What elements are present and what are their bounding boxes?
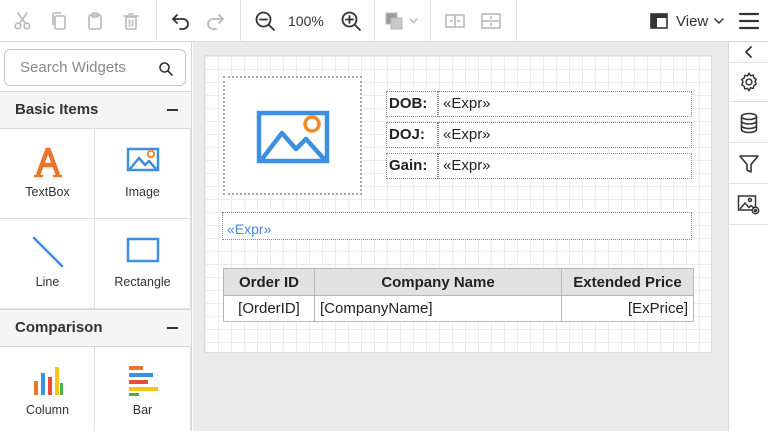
toolbar-separator xyxy=(156,0,157,42)
widget-panel: Basic Items TextBox Image Lin xyxy=(0,42,192,431)
main-menu-button[interactable] xyxy=(734,0,764,42)
properties-strip xyxy=(728,42,768,431)
gain-expression[interactable]: «Expr» xyxy=(438,153,692,179)
paste-icon xyxy=(88,12,102,30)
cell-order-id[interactable]: [OrderID] xyxy=(223,295,315,322)
widget-label: Rectangle xyxy=(114,275,171,289)
filter-icon xyxy=(738,154,759,173)
settings-gear-icon xyxy=(740,72,757,92)
image-manager-button[interactable] xyxy=(729,185,768,225)
menu-icon xyxy=(738,12,760,30)
widget-label: Line xyxy=(35,275,60,289)
toolbar-separator xyxy=(430,0,431,42)
category-basic-items[interactable]: Basic Items xyxy=(0,91,191,129)
align-horizontal-icon xyxy=(445,14,465,28)
data-source-button[interactable] xyxy=(729,103,768,143)
undo-button[interactable] xyxy=(166,0,196,42)
fill-color-icon xyxy=(385,12,418,30)
search-input[interactable] xyxy=(5,50,155,85)
properties-button[interactable] xyxy=(729,62,768,102)
widget-textbox[interactable]: TextBox xyxy=(0,129,95,219)
align-horizontal-button[interactable] xyxy=(440,0,470,42)
widget-label: Image xyxy=(125,185,160,199)
table-row: [OrderID] [CompanyName] [ExPrice] xyxy=(223,295,694,322)
chevron-left-icon xyxy=(744,46,752,58)
toolbar-separator xyxy=(516,0,517,42)
toolbar-separator xyxy=(374,0,375,42)
column-chart-icon xyxy=(33,367,63,395)
widget-label: Bar xyxy=(132,403,153,417)
header-extended-price[interactable]: Extended Price xyxy=(561,268,694,296)
toolbar: 100% View xyxy=(0,0,768,42)
widget-label: TextBox xyxy=(25,185,70,199)
image-placeholder-icon xyxy=(256,110,329,163)
gain-label[interactable]: Gain: xyxy=(386,153,438,179)
zoom-in-button[interactable] xyxy=(336,0,366,42)
zoom-out-button[interactable] xyxy=(250,0,280,42)
zoom-in-icon xyxy=(341,11,361,31)
widget-search xyxy=(4,49,186,86)
textbox-icon xyxy=(33,147,62,178)
line-icon xyxy=(32,236,63,268)
widget-image[interactable]: Image xyxy=(95,129,191,219)
bar-chart-icon xyxy=(128,366,158,396)
category-title: Comparison xyxy=(15,319,103,336)
category-comparison[interactable]: Comparison xyxy=(0,309,191,347)
view-icon xyxy=(650,13,668,29)
doj-expression[interactable]: «Expr» xyxy=(438,122,692,148)
widget-label: Column xyxy=(25,403,70,417)
align-vertical-icon xyxy=(481,13,501,29)
report-table[interactable]: Order ID Company Name Extended Price [Or… xyxy=(223,268,694,322)
category-title: Basic Items xyxy=(15,101,99,118)
cut-button[interactable] xyxy=(8,0,38,42)
collapse-icon[interactable] xyxy=(167,327,178,329)
toolbar-separator xyxy=(240,0,241,42)
dob-expression[interactable]: «Expr» xyxy=(438,91,692,117)
copy-icon xyxy=(52,12,66,30)
zoom-level[interactable]: 100% xyxy=(288,0,324,42)
redo-icon xyxy=(207,14,224,30)
report-image-item[interactable] xyxy=(223,76,362,195)
delete-button[interactable] xyxy=(116,0,146,42)
copy-button[interactable] xyxy=(44,0,74,42)
delete-icon xyxy=(123,13,139,30)
collapse-icon[interactable] xyxy=(167,109,178,111)
cell-extended-price[interactable]: [ExPrice] xyxy=(561,295,694,322)
dob-label[interactable]: DOB: xyxy=(386,91,438,117)
align-vertical-button[interactable] xyxy=(476,0,506,42)
scissors-icon xyxy=(14,12,31,30)
header-order-id[interactable]: Order ID xyxy=(223,268,315,296)
view-dropdown[interactable]: View xyxy=(650,0,725,42)
widget-bar-chart[interactable]: Bar xyxy=(95,347,191,431)
collapse-panel-button[interactable] xyxy=(729,42,768,62)
paste-button[interactable] xyxy=(80,0,110,42)
header-company-name[interactable]: Company Name xyxy=(314,268,562,296)
search-icon[interactable] xyxy=(158,61,174,77)
database-icon xyxy=(740,112,757,133)
zoom-out-icon xyxy=(255,11,275,31)
image-settings-icon xyxy=(737,194,759,214)
undo-icon xyxy=(172,14,189,30)
image-icon xyxy=(126,147,159,172)
widget-line[interactable]: Line xyxy=(0,219,95,309)
filter-button[interactable] xyxy=(729,144,768,184)
table-header-row: Order ID Company Name Extended Price xyxy=(223,268,694,296)
chevron-down-icon xyxy=(714,18,724,24)
cell-company-name[interactable]: [CompanyName] xyxy=(314,295,562,322)
expression-textbox[interactable]: «Expr» xyxy=(222,212,692,240)
widget-rectangle[interactable]: Rectangle xyxy=(95,219,191,309)
doj-label[interactable]: DOJ: xyxy=(386,122,438,148)
fill-color-dropdown[interactable] xyxy=(382,0,422,42)
widget-column-chart[interactable]: Column xyxy=(0,347,95,431)
rectangle-icon xyxy=(126,237,159,263)
view-label: View xyxy=(676,12,709,30)
redo-button[interactable] xyxy=(200,0,230,42)
